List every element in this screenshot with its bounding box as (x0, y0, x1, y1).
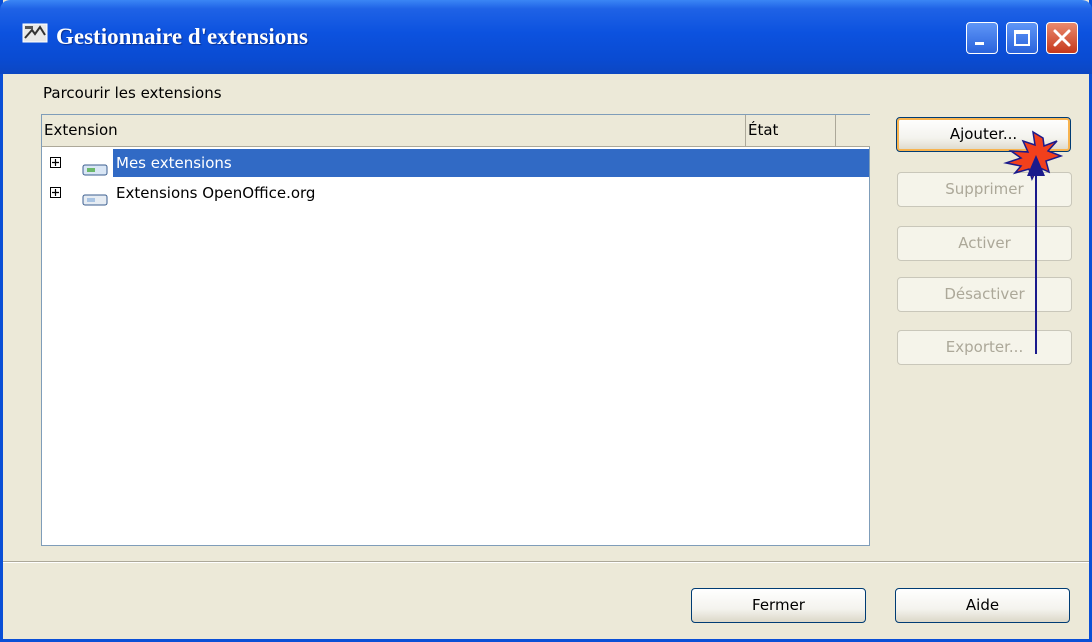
help-button[interactable]: Aide (895, 588, 1070, 623)
separator-highlight (3, 562, 1089, 563)
minimize-button[interactable] (966, 22, 998, 54)
title-bar[interactable]: Gestionnaire d'extensions (0, 0, 1092, 74)
maximize-icon (1014, 30, 1030, 46)
tree-item-label: Extensions OpenOffice.org (116, 184, 316, 202)
column-header-filler (836, 115, 870, 147)
extension-tree-list[interactable]: Extension État Mes extensions Extensions… (41, 114, 870, 546)
package-icon (82, 187, 108, 215)
expand-icon[interactable] (50, 157, 61, 168)
tree-item-label: Mes extensions (116, 154, 232, 172)
expand-icon[interactable] (50, 187, 61, 198)
close-button[interactable]: Fermer (691, 588, 866, 623)
maximize-button[interactable] (1006, 22, 1038, 54)
tree-item-my-extensions[interactable]: Mes extensions (42, 149, 869, 177)
app-icon (22, 22, 48, 44)
close-icon (1053, 29, 1071, 47)
tree-item-openoffice-extensions[interactable]: Extensions OpenOffice.org (42, 179, 869, 207)
add-button[interactable]: Ajouter... (896, 117, 1071, 152)
window-title: Gestionnaire d'extensions (56, 24, 308, 49)
export-button[interactable]: Exporter... (897, 330, 1072, 365)
enable-button[interactable]: Activer (897, 226, 1072, 261)
column-header-state[interactable]: État (746, 115, 836, 147)
browse-extensions-label: Parcourir les extensions (43, 84, 222, 102)
disable-button[interactable]: Désactiver (897, 277, 1072, 312)
close-window-button[interactable] (1046, 22, 1078, 54)
column-header-extension[interactable]: Extension (42, 115, 746, 147)
remove-button[interactable]: Supprimer (897, 172, 1072, 207)
extension-manager-window: Gestionnaire d'extensions Parcourir les … (0, 0, 1092, 642)
minimize-icon (975, 42, 984, 45)
